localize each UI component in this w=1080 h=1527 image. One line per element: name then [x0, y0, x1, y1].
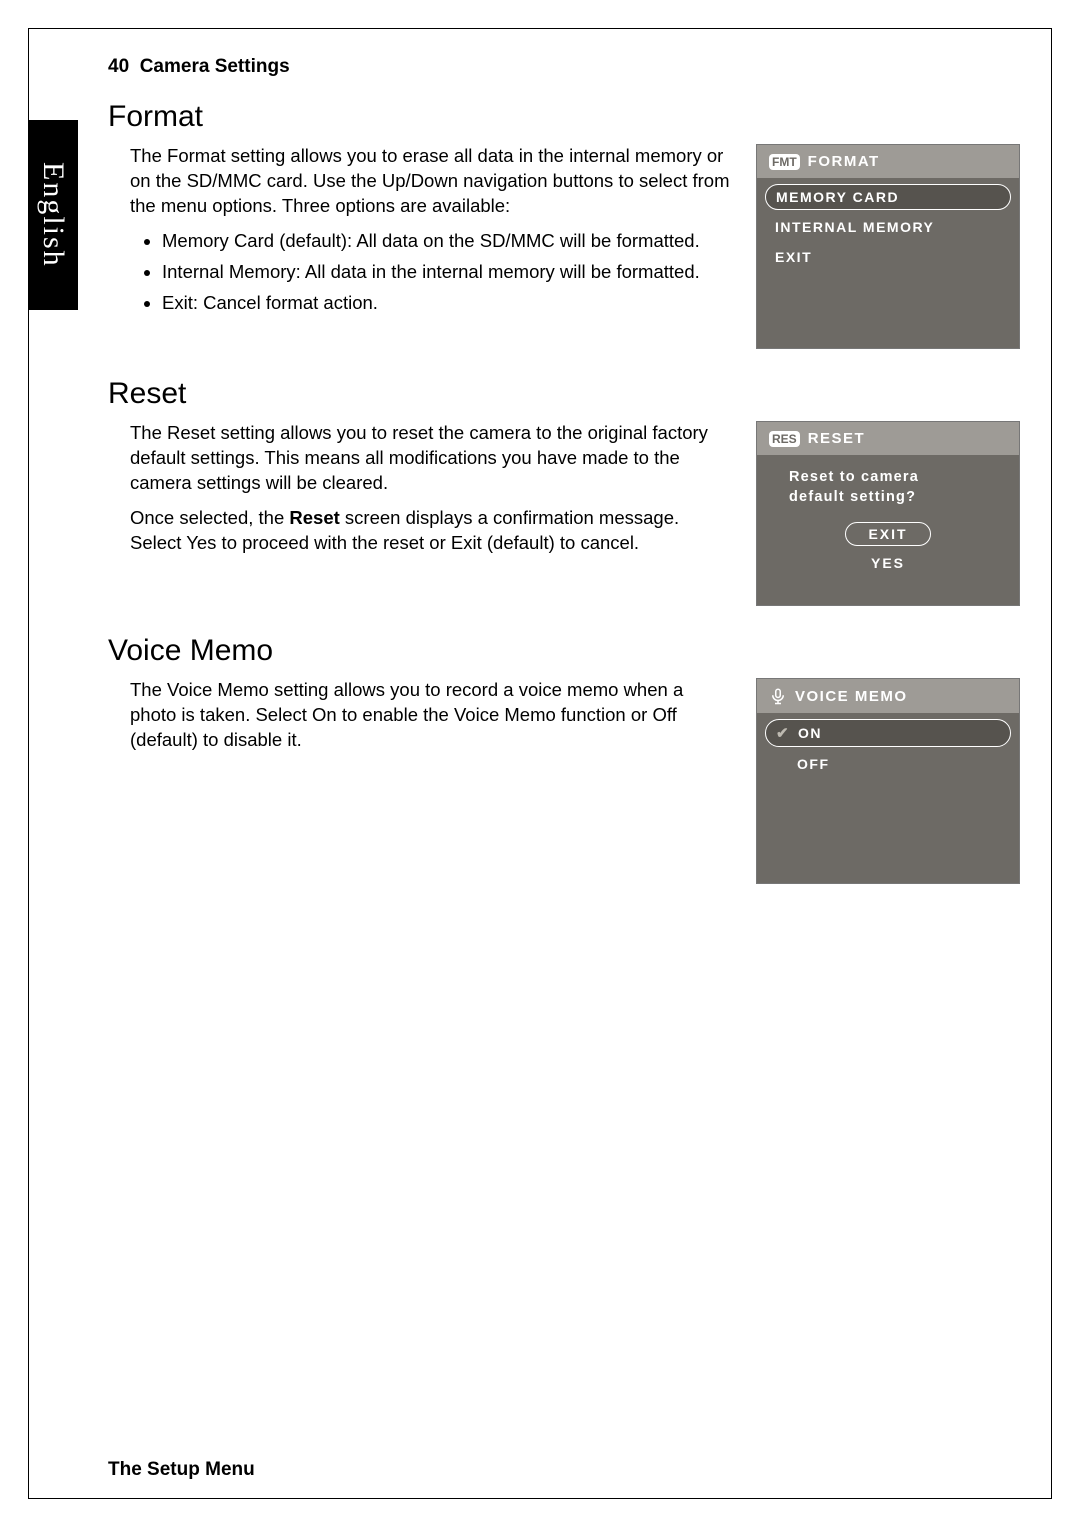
section-voice-memo: Voice Memo The Voice Memo setting allows… — [108, 634, 1020, 884]
page-header: 40 Camera Settings — [108, 56, 290, 78]
format-screen-title: FORMAT — [808, 153, 880, 170]
header-title: Camera Settings — [140, 56, 290, 77]
content-area: Format The Format setting allows you to … — [108, 100, 1020, 1427]
microphone-icon — [769, 687, 787, 705]
reset-confirm-msg: Reset to camera default setting? — [765, 461, 1011, 516]
format-title: Format — [108, 100, 1020, 134]
reset-screen-title: RESET — [808, 430, 866, 447]
voice-text: The Voice Memo setting allows you to rec… — [108, 678, 734, 763]
format-item-memory-card[interactable]: MEMORY CARD — [765, 184, 1011, 210]
voice-screen-title: VOICE MEMO — [795, 688, 908, 705]
section-format: Format The Format setting allows you to … — [108, 100, 1020, 349]
reset-screen-header: RES RESET — [757, 422, 1019, 455]
page-footer: The Setup Menu — [108, 1459, 255, 1481]
reset-title: Reset — [108, 377, 1020, 411]
reset-option-yes[interactable]: YES — [849, 552, 927, 574]
section-reset: Reset The Reset setting allows you to re… — [108, 377, 1020, 606]
format-screen-header: FMT FORMAT — [757, 145, 1019, 178]
reset-text: The Reset setting allows you to reset th… — [108, 421, 734, 566]
format-screen-body: MEMORY CARD INTERNAL MEMORY EXIT — [757, 178, 1019, 348]
voice-title: Voice Memo — [108, 634, 1020, 668]
format-screen: FMT FORMAT MEMORY CARD INTERNAL MEMORY E… — [756, 144, 1020, 349]
language-tab: English — [28, 120, 78, 310]
page-number: 40 — [108, 56, 129, 77]
reset-icon: RES — [769, 431, 800, 447]
reset-option-exit[interactable]: EXIT — [845, 522, 930, 546]
language-label: English — [36, 162, 70, 268]
format-item-exit[interactable]: EXIT — [765, 244, 1011, 270]
format-bullet-2: Internal Memory: All data in the interna… — [162, 260, 734, 285]
footer-title: The Setup Menu — [108, 1459, 255, 1480]
voice-screen-header: VOICE MEMO — [757, 679, 1019, 713]
format-bullet-3: Exit: Cancel format action. — [162, 291, 734, 316]
voice-item-on[interactable]: ✔ ON — [765, 719, 1011, 747]
format-text: The Format setting allows you to erase a… — [108, 144, 734, 324]
voice-screen-body: ✔ ON OFF — [757, 713, 1019, 883]
format-item-internal-memory[interactable]: INTERNAL MEMORY — [765, 214, 1011, 240]
format-icon: FMT — [769, 154, 800, 170]
voice-screen: VOICE MEMO ✔ ON OFF — [756, 678, 1020, 884]
format-bullet-1: Memory Card (default): All data on the S… — [162, 229, 734, 254]
check-icon: ✔ — [776, 724, 790, 742]
voice-item-off[interactable]: OFF — [765, 751, 1011, 777]
reset-screen: RES RESET Reset to camera default settin… — [756, 421, 1020, 606]
reset-screen-body: Reset to camera default setting? EXIT YE… — [757, 455, 1019, 605]
